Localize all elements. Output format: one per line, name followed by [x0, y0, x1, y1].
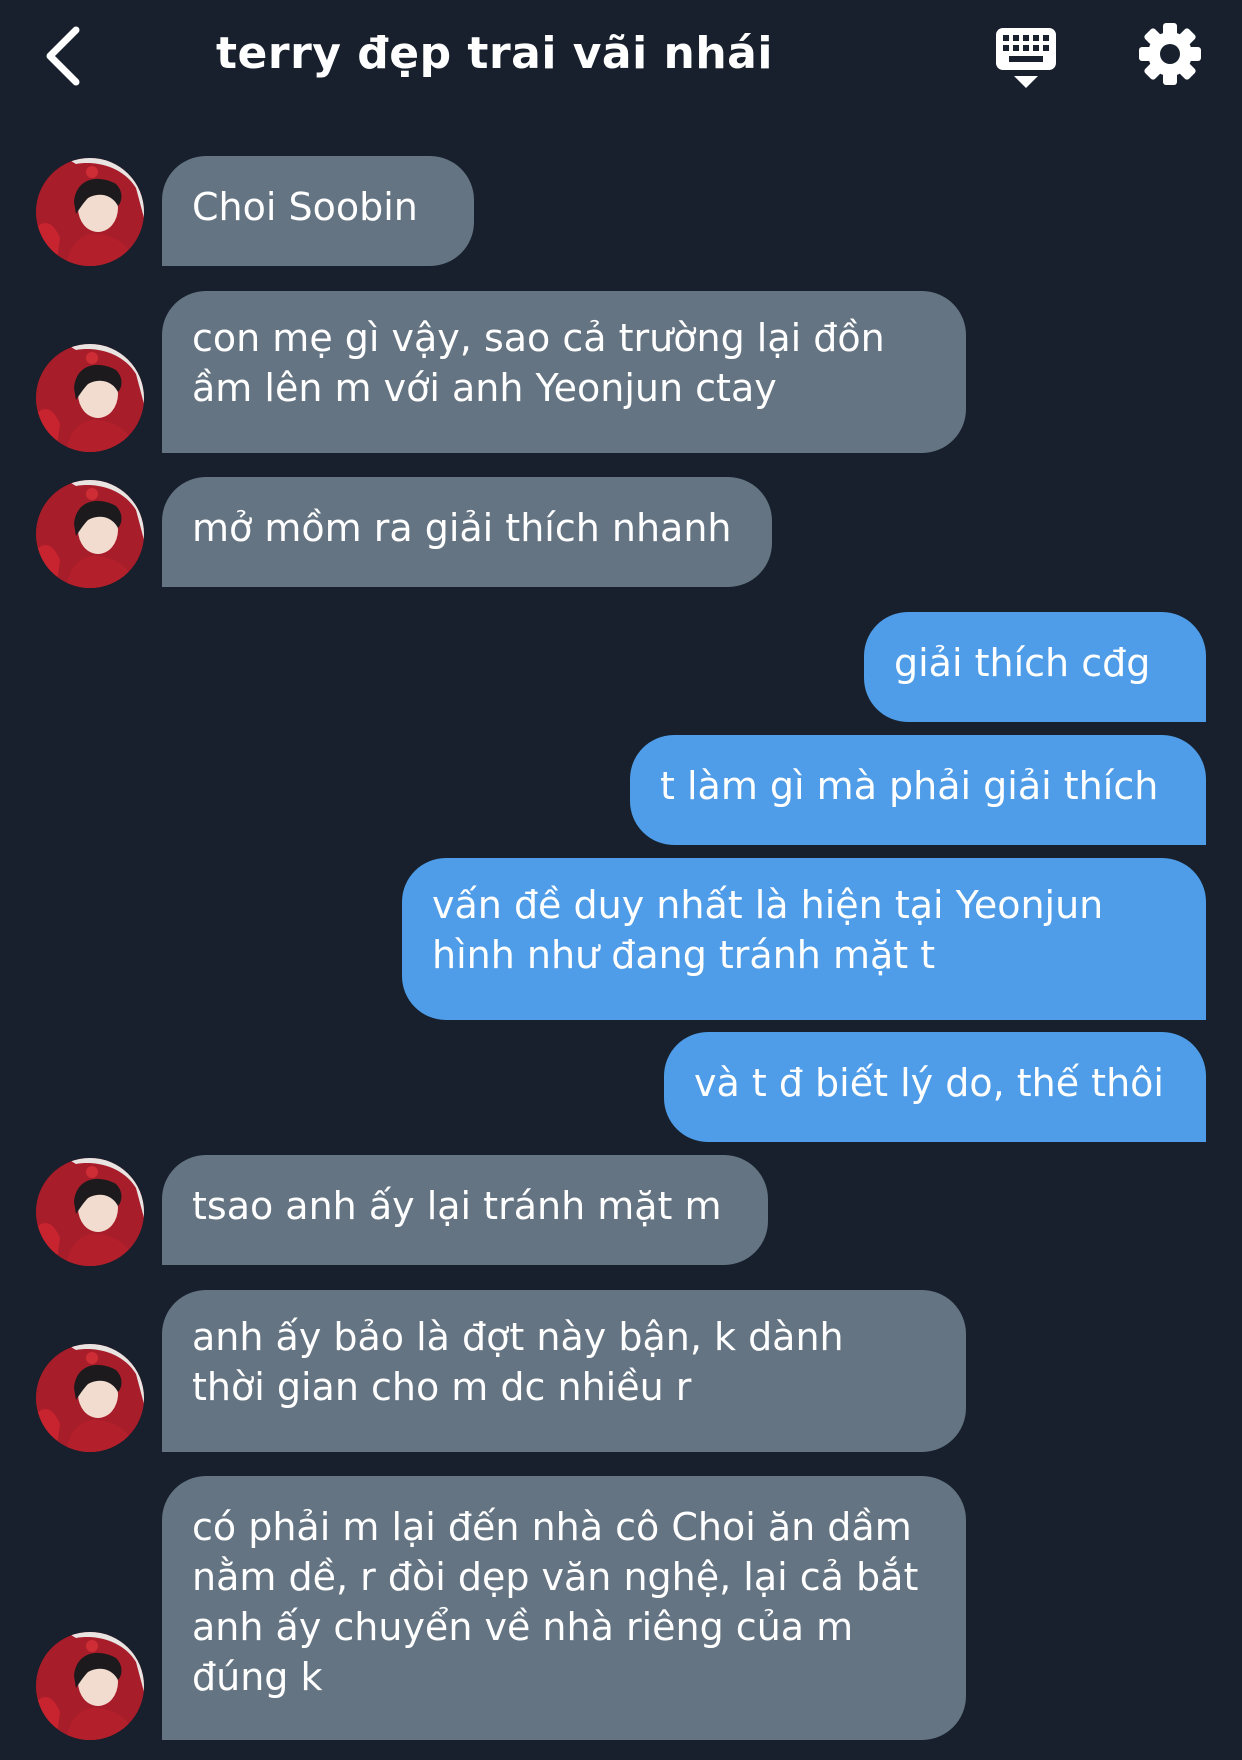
settings-button[interactable] — [1138, 22, 1202, 86]
keyboard-icon — [996, 28, 1056, 88]
back-button[interactable] — [40, 24, 92, 88]
avatar-photo — [36, 344, 144, 452]
message-bubble-incoming[interactable]: có phải m lại đến nhà cô Choi ăn dầm nằm… — [162, 1476, 966, 1740]
message-bubble-incoming[interactable]: tsao anh ấy lại tránh mặt m — [162, 1155, 768, 1265]
avatar-photo — [36, 1632, 144, 1740]
avatar[interactable] — [36, 1158, 144, 1266]
avatar[interactable] — [36, 158, 144, 266]
chevron-left-icon — [46, 26, 80, 86]
avatar[interactable] — [36, 480, 144, 588]
keyboard-button[interactable] — [994, 26, 1058, 90]
gear-icon — [1139, 23, 1201, 85]
avatar-photo — [36, 1158, 144, 1266]
avatar[interactable] — [36, 1344, 144, 1452]
avatar-photo — [36, 158, 144, 266]
message-bubble-outgoing[interactable]: t làm gì mà phải giải thích — [630, 735, 1206, 845]
message-bubble-incoming[interactable]: con mẹ gì vậy, sao cả trường lại đồn ầm … — [162, 291, 966, 453]
avatar-photo — [36, 480, 144, 588]
message-bubble-outgoing[interactable]: giải thích cđg — [864, 612, 1206, 722]
avatar-photo — [36, 1344, 144, 1452]
message-bubble-incoming[interactable]: Choi Soobin — [162, 156, 474, 266]
message-bubble-outgoing[interactable]: vấn đề duy nhất là hiện tại Yeonjun hình… — [402, 858, 1206, 1020]
chat-header: terry đẹp trai vãi nhái — [0, 0, 1242, 110]
message-bubble-incoming[interactable]: anh ấy bảo là đợt này bận, k dành thời g… — [162, 1290, 966, 1452]
message-bubble-incoming[interactable]: mở mồm ra giải thích nhanh — [162, 477, 772, 587]
chat-title: terry đẹp trai vãi nhái — [216, 28, 773, 79]
avatar[interactable] — [36, 344, 144, 452]
avatar[interactable] — [36, 1632, 144, 1740]
message-bubble-outgoing[interactable]: và t đ biết lý do, thế thôi — [664, 1032, 1206, 1142]
